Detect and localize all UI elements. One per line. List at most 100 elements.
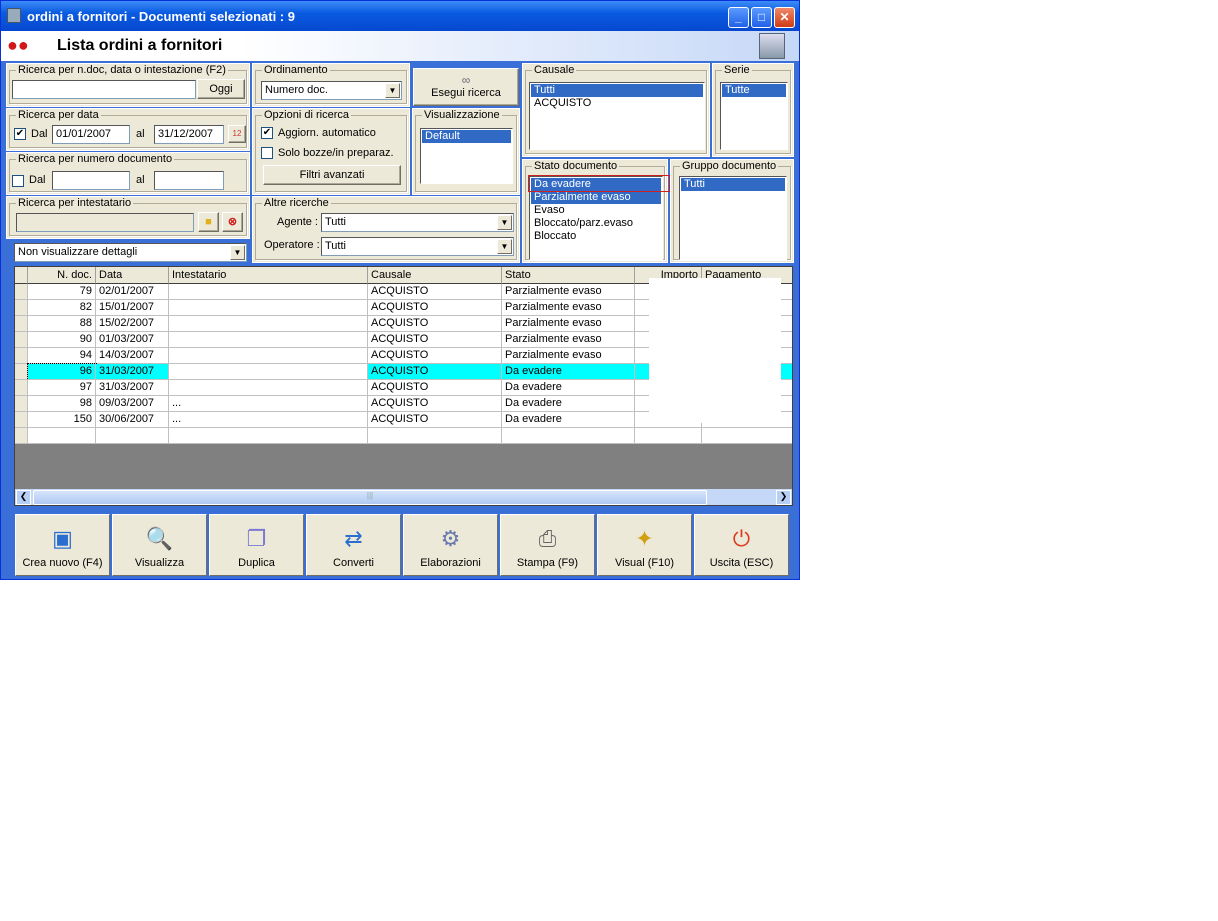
column-header[interactable]: N. doc. — [28, 267, 96, 284]
table-cell[interactable] — [169, 380, 368, 396]
table-cell[interactable]: 09/03/2007 — [96, 396, 169, 412]
table-cell[interactable]: 15/02/2007 — [96, 316, 169, 332]
toolbar-button[interactable]: ✦ Visual (F10) — [597, 514, 692, 576]
table-cell[interactable]: ACQUISTO — [368, 300, 502, 316]
row-selector[interactable] — [15, 316, 28, 332]
number-to-input[interactable] — [154, 171, 224, 190]
column-header[interactable]: Stato — [502, 267, 635, 284]
list-item[interactable]: Bloccato/parz.evaso — [531, 217, 661, 230]
empty-cell[interactable] — [502, 428, 635, 444]
date-from-input[interactable]: 01/01/2007 — [52, 125, 130, 144]
table-cell[interactable]: 88 — [28, 316, 96, 332]
column-header[interactable]: Data — [96, 267, 169, 284]
table-cell[interactable]: ACQUISTO — [368, 380, 502, 396]
list-item[interactable]: Bloccato — [531, 230, 661, 243]
empty-cell[interactable] — [635, 428, 702, 444]
row-selector[interactable] — [15, 284, 28, 300]
list-item[interactable]: ACQUISTO — [531, 97, 703, 110]
run-search-button[interactable]: ∞ Esegui ricerca — [413, 68, 519, 106]
agent-select[interactable]: Tutti ▼ — [321, 213, 514, 232]
close-button[interactable]: ✕ — [774, 7, 795, 28]
toolbar-button[interactable]: ⏻ Uscita (ESC) — [694, 514, 789, 576]
search-input[interactable] — [12, 80, 196, 99]
causale-list[interactable]: Tutti ACQUISTO — [529, 82, 705, 150]
table-cell[interactable]: Parzialmente evaso — [502, 316, 635, 332]
holder-input[interactable] — [16, 213, 194, 232]
table-cell[interactable] — [169, 364, 368, 380]
table-cell[interactable]: 98 — [28, 396, 96, 412]
list-item[interactable]: Parzialmente evaso — [531, 191, 661, 204]
table-cell[interactable]: ... — [169, 412, 368, 428]
table-cell[interactable]: 97 — [28, 380, 96, 396]
date-filter-checkbox[interactable]: ✔ — [14, 128, 26, 140]
row-selector[interactable] — [15, 332, 28, 348]
number-filter-checkbox[interactable] — [12, 175, 24, 187]
row-selector[interactable] — [15, 428, 28, 444]
toolbar-button[interactable]: ❐ Duplica — [209, 514, 304, 576]
minimize-button[interactable]: _ — [728, 7, 749, 28]
toolbar-button[interactable]: ⚙ Elaborazioni — [403, 514, 498, 576]
table-cell[interactable]: ACQUISTO — [368, 364, 502, 380]
chevron-down-icon[interactable]: ▼ — [230, 245, 245, 260]
table-cell[interactable]: Da evadere — [502, 364, 635, 380]
scroll-thumb[interactable]: ||| — [33, 490, 707, 505]
calendar-icon[interactable]: 12 — [228, 125, 246, 143]
column-header[interactable]: Causale — [368, 267, 502, 284]
horizontal-scrollbar[interactable]: ❮ ||| ❯ — [15, 489, 792, 505]
table-cell[interactable] — [169, 284, 368, 300]
table-cell[interactable]: ACQUISTO — [368, 316, 502, 332]
table-cell[interactable]: Da evadere — [502, 412, 635, 428]
table-cell[interactable]: ACQUISTO — [368, 348, 502, 364]
list-item[interactable]: Tutti — [531, 84, 703, 97]
table-cell[interactable]: 30/06/2007 — [96, 412, 169, 428]
table-cell[interactable]: ACQUISTO — [368, 332, 502, 348]
table-cell[interactable]: 94 — [28, 348, 96, 364]
details-select[interactable]: Non visualizzare dettagli ▼ — [14, 243, 247, 262]
table-cell[interactable]: 01/03/2007 — [96, 332, 169, 348]
operator-select[interactable]: Tutti ▼ — [321, 237, 514, 256]
ordering-select[interactable]: Numero doc. ▼ — [261, 81, 402, 100]
table-cell[interactable]: 90 — [28, 332, 96, 348]
list-item[interactable]: Default — [422, 130, 511, 143]
empty-cell[interactable] — [96, 428, 169, 444]
chevron-down-icon[interactable]: ▼ — [497, 215, 512, 230]
gruppo-list[interactable]: Tutti — [679, 176, 787, 260]
documents-grid[interactable]: N. doc. Data Intestatario Causale Stato Impor… — [14, 266, 793, 506]
table-cell[interactable]: 82 — [28, 300, 96, 316]
row-selector[interactable] — [15, 396, 28, 412]
serie-list[interactable]: Tutte — [720, 82, 788, 150]
table-cell[interactable]: 14/03/2007 — [96, 348, 169, 364]
row-selector[interactable] — [15, 348, 28, 364]
table-cell[interactable] — [169, 348, 368, 364]
table-cell[interactable]: Da evadere — [502, 380, 635, 396]
advanced-filters-button[interactable]: Filtri avanzati — [263, 165, 401, 185]
table-cell[interactable]: ... — [169, 396, 368, 412]
table-cell[interactable]: ACQUISTO — [368, 284, 502, 300]
empty-cell[interactable] — [28, 428, 96, 444]
table-cell[interactable]: Parzialmente evaso — [502, 348, 635, 364]
table-cell[interactable]: 02/01/2007 — [96, 284, 169, 300]
table-cell[interactable]: Parzialmente evaso — [502, 300, 635, 316]
empty-cell[interactable] — [368, 428, 502, 444]
table-cell[interactable] — [169, 316, 368, 332]
table-cell[interactable]: Parzialmente evaso — [502, 284, 635, 300]
table-cell[interactable]: 31/03/2007 — [96, 364, 169, 380]
column-header[interactable]: Intestatario — [169, 267, 368, 284]
empty-cell[interactable] — [702, 428, 792, 444]
today-button[interactable]: Oggi — [197, 79, 245, 99]
table-cell[interactable]: 15/01/2007 — [96, 300, 169, 316]
drafts-only-checkbox[interactable] — [261, 147, 273, 159]
table-cell[interactable]: 96 — [27, 363, 97, 381]
row-selector[interactable] — [15, 412, 28, 428]
toolbar-button[interactable]: ▣ Crea nuovo (F4) — [15, 514, 110, 576]
users-list-icon[interactable] — [759, 33, 785, 59]
table-cell[interactable]: Parzialmente evaso — [502, 332, 635, 348]
toolbar-button[interactable]: ⇄ Converti — [306, 514, 401, 576]
table-cell[interactable] — [169, 332, 368, 348]
scroll-left-icon[interactable]: ❮ — [16, 490, 31, 505]
clear-icon[interactable]: ⊗ — [222, 212, 243, 232]
table-cell[interactable] — [169, 300, 368, 316]
number-from-input[interactable] — [52, 171, 130, 190]
scroll-right-icon[interactable]: ❯ — [776, 490, 791, 505]
toolbar-button[interactable]: 🔍 Visualizza — [112, 514, 207, 576]
